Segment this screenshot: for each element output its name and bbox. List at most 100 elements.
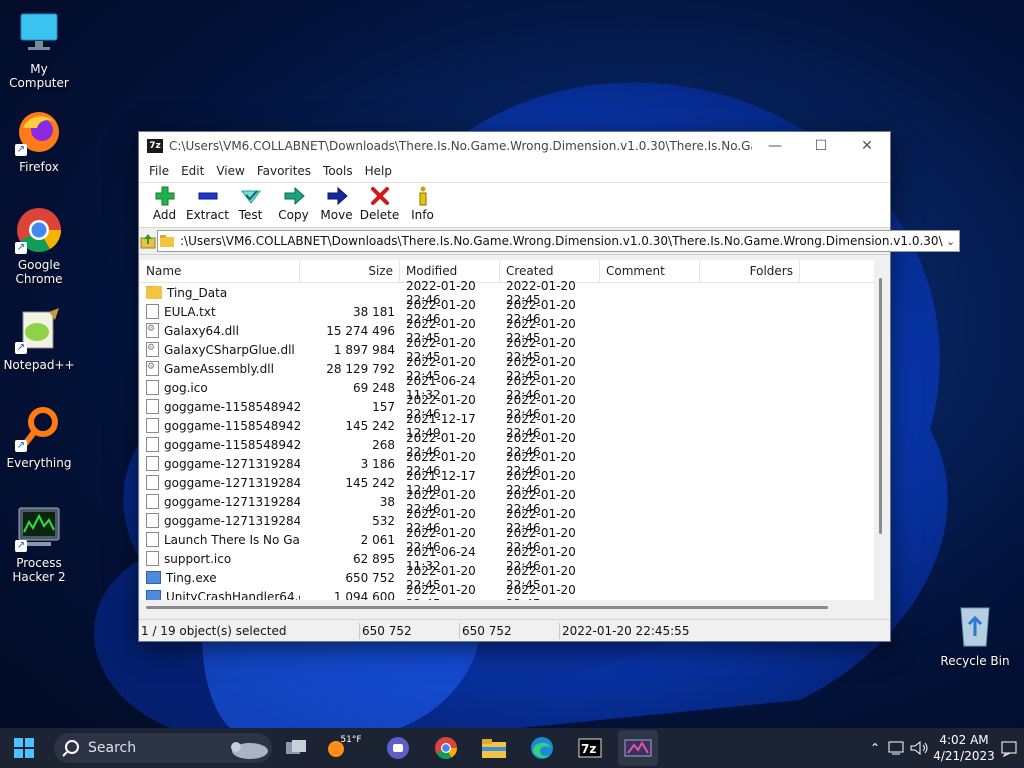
test-button[interactable]: Test <box>229 183 272 227</box>
address-dropdown-button[interactable]: ⌄ <box>943 235 959 248</box>
file-size: 2 061 <box>360 532 395 547</box>
file-size: 1 897 984 <box>333 342 395 357</box>
desktop-icon-everything[interactable]: ↗ Everything <box>0 404 78 470</box>
taskbar: Search 51°F 7z ⌃ 4:02 AM 4/21/2023 <box>0 728 1024 768</box>
volume-icon[interactable] <box>908 739 932 757</box>
copy-button[interactable]: Copy <box>272 183 315 227</box>
taskbar-search[interactable]: Search <box>54 733 272 763</box>
file-size: 532 <box>372 513 395 528</box>
notepadpp-icon: ↗ <box>15 306 63 354</box>
file-name: GalaxyCSharpGlue.dll <box>164 342 295 357</box>
file-size: 3 186 <box>360 456 395 471</box>
column-header-comment[interactable]: Comment <box>600 260 700 282</box>
file-name-cell: gog.ico <box>140 380 300 395</box>
file-name-cell: support.ico <box>140 551 300 566</box>
clock-time: 4:02 AM <box>939 733 989 747</box>
file-modified: 2022-01-20 22:45 <box>406 582 476 601</box>
delete-button[interactable]: Delete <box>358 183 401 227</box>
widgets-button[interactable]: 51°F <box>324 730 370 766</box>
file-name-cell: goggame-1271319284.id <box>140 494 300 509</box>
file-name: goggame-1271319284.ico <box>164 475 300 490</box>
scroll-thumb[interactable] <box>146 606 828 609</box>
file-name: gog.ico <box>164 380 208 395</box>
horizontal-scrollbar[interactable] <box>140 600 875 614</box>
move-button[interactable]: Move <box>315 183 358 227</box>
file-name-cell: Galaxy64.dll <box>140 323 300 338</box>
file-icon <box>146 304 159 319</box>
column-header-size[interactable]: Size <box>300 260 400 282</box>
address-input[interactable]: :\Users\VM6.COLLABNET\Downloads\There.Is… <box>157 230 960 252</box>
desktop-icon-google-chrome[interactable]: ↗ Google Chrome <box>0 206 78 286</box>
file-row[interactable]: UnityCrashHandler64.exe 1 094 600 2022-01-… <box>140 583 874 601</box>
title-bar[interactable]: 7z C:\Users\VM6.COLLABNET\Downloads\Ther… <box>139 132 890 160</box>
shortcut-arrow-icon: ↗ <box>15 144 27 156</box>
chrome-icon <box>435 737 457 759</box>
taskbar-edge[interactable] <box>522 730 562 766</box>
chrome-icon: ↗ <box>15 206 63 254</box>
search-icon <box>62 740 79 757</box>
address-bar: :\Users\VM6.COLLABNET\Downloads\There.Is… <box>139 228 960 255</box>
firefox-icon: ↗ <box>15 108 63 156</box>
info-button[interactable]: Info <box>401 183 444 227</box>
dll-file-icon <box>146 323 159 338</box>
process-hacker-icon: ↗ <box>15 504 63 552</box>
file-icon <box>146 551 159 566</box>
file-size: 268 <box>372 437 395 452</box>
desktop-icon-firefox[interactable]: ↗ Firefox <box>0 108 78 174</box>
task-view-button[interactable] <box>276 730 316 766</box>
taskbar-file-explorer[interactable] <box>474 730 514 766</box>
file-icon <box>146 380 159 395</box>
status-selected: 1 / 19 object(s) selected <box>141 624 287 638</box>
extract-button[interactable]: Extract <box>186 183 229 227</box>
menu-tools[interactable]: Tools <box>317 164 359 178</box>
vertical-scrollbar[interactable] <box>875 260 889 600</box>
status-bar: 1 / 19 object(s) selected 650 752 650 75… <box>139 619 890 642</box>
up-folder-button[interactable] <box>139 229 157 253</box>
7zip-window: 7z C:\Users\VM6.COLLABNET\Downloads\Ther… <box>138 131 960 642</box>
file-name: goggame-1271319284.id <box>164 494 300 509</box>
close-button[interactable]: ✕ <box>844 132 890 160</box>
menu-favorites[interactable]: Favorites <box>251 164 317 178</box>
shortcut-arrow-icon: ↗ <box>15 540 27 552</box>
shortcut-arrow-icon: ↗ <box>15 342 27 354</box>
column-header-name[interactable]: Name <box>140 260 300 282</box>
clock[interactable]: 4:02 AM 4/21/2023 <box>932 732 996 764</box>
desktop-icon-recycle-bin[interactable]: Recycle Bin <box>936 602 1014 668</box>
network-icon[interactable] <box>886 739 908 757</box>
file-name-cell: goggame-1158548942.ico <box>140 418 300 433</box>
taskbar-7zip[interactable]: 7z <box>570 730 610 766</box>
file-name-cell: GalaxyCSharpGlue.dll <box>140 342 300 357</box>
status-date: 2022-01-20 22:45:55 <box>559 623 759 639</box>
exe-file-icon <box>146 590 161 600</box>
desktop-icon-my-computer[interactable]: My Computer <box>0 10 78 90</box>
desktop-icon-notepadpp[interactable]: ↗ Notepad++ <box>0 306 78 372</box>
search-highlight-icon <box>231 742 268 759</box>
file-name-cell: Ting.exe <box>140 571 300 585</box>
notification-icon[interactable] <box>996 739 1024 757</box>
taskbar-active-app[interactable] <box>618 730 658 766</box>
column-header-folders[interactable]: Folders <box>700 260 800 282</box>
minimize-button[interactable]: — <box>752 132 798 160</box>
chat-icon <box>387 737 409 759</box>
desktop-icon-process-hacker[interactable]: ↗ Process Hacker 2 <box>0 504 78 584</box>
menu-view[interactable]: View <box>210 164 250 178</box>
file-size: 15 274 496 <box>326 323 395 338</box>
file-name-cell: EULA.txt <box>140 304 300 319</box>
menu-help[interactable]: Help <box>359 164 398 178</box>
scroll-thumb[interactable] <box>879 278 882 534</box>
test-icon <box>240 190 261 204</box>
system-tray: ⌃ 4:02 AM 4/21/2023 <box>864 728 1024 768</box>
add-button[interactable]: Add <box>143 183 186 227</box>
taskbar-chrome[interactable] <box>426 730 466 766</box>
dll-file-icon <box>146 361 159 376</box>
show-hidden-icons-button[interactable]: ⌃ <box>864 741 886 755</box>
file-size: 145 242 <box>345 418 395 433</box>
start-button[interactable] <box>4 730 44 766</box>
file-name: Ting.exe <box>166 570 217 585</box>
menu-edit[interactable]: Edit <box>175 164 210 178</box>
file-name: UnityCrashHandler64.exe <box>166 589 300 601</box>
menu-file[interactable]: File <box>143 164 175 178</box>
extract-icon <box>198 192 217 200</box>
maximize-button[interactable]: ☐ <box>798 132 844 160</box>
teams-chat-button[interactable] <box>378 730 418 766</box>
